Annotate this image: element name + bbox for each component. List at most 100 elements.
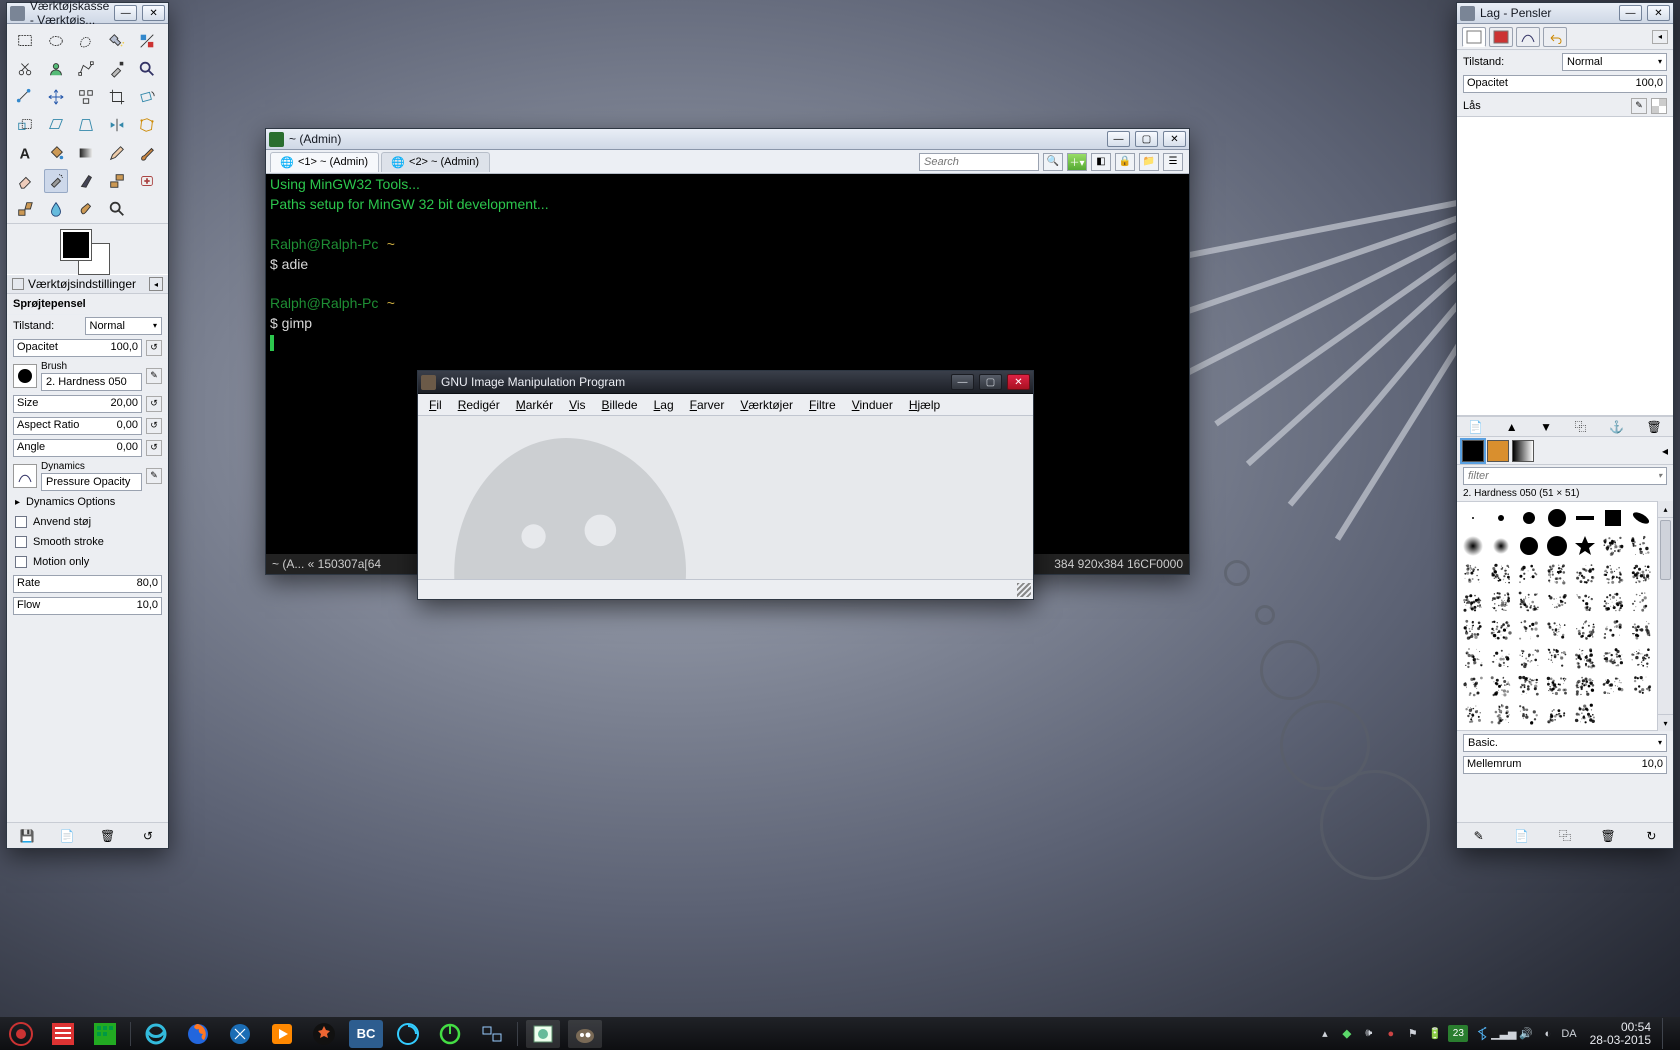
menu-vinduer[interactable]: Vinduer [845, 396, 900, 414]
brush-cell[interactable] [1516, 673, 1542, 699]
tabs-menu-icon[interactable]: ◂ [1662, 444, 1668, 458]
toolbar-button[interactable]: 📁 [1139, 153, 1159, 171]
brush-cell[interactable] [1600, 645, 1626, 671]
brush-cell[interactable] [1544, 505, 1570, 531]
brush-cell[interactable] [1572, 561, 1598, 587]
jitter-row[interactable]: Anvend støj [7, 512, 168, 532]
motion-row[interactable]: Motion only [7, 552, 168, 572]
brush-cell[interactable] [1572, 589, 1598, 615]
brush-cell[interactable] [1544, 589, 1570, 615]
tool-ellipse-select[interactable] [44, 29, 68, 53]
dock-mode-combo[interactable]: Normal ▾ [1562, 53, 1667, 71]
paths-tab[interactable] [1516, 27, 1540, 47]
tray-bluetooth-icon[interactable] [1473, 1025, 1490, 1042]
taskbar-firefox[interactable] [181, 1020, 215, 1048]
tray-clock[interactable]: 00:54 28-03-2015 [1582, 1021, 1657, 1046]
tool-crop[interactable] [105, 85, 129, 109]
scroll-thumb[interactable] [1660, 520, 1671, 580]
tool-cage[interactable] [135, 113, 159, 137]
brush-cell[interactable] [1544, 673, 1570, 699]
brush-cell[interactable] [1628, 505, 1654, 531]
taskbar-running-gimp[interactable] [568, 1020, 602, 1048]
maximize-button[interactable]: ▢ [1135, 131, 1158, 147]
tool-eraser[interactable] [13, 169, 37, 193]
tool-move[interactable] [44, 85, 68, 109]
toolbar-button[interactable]: ◧ [1091, 153, 1111, 171]
lock-pixels-icon[interactable]: ✎ [1631, 98, 1647, 114]
brush-edit-icon[interactable]: ✎ [146, 368, 162, 384]
search-input[interactable] [919, 153, 1039, 171]
dynamics-options-row[interactable]: ▸ Dynamics Options [7, 492, 168, 512]
tool-clone[interactable] [105, 169, 129, 193]
brush-cell[interactable] [1572, 505, 1598, 531]
tool-heal[interactable] [135, 169, 159, 193]
brush-cell[interactable] [1628, 589, 1654, 615]
dynamics-combo[interactable]: Pressure Opacity [41, 473, 142, 491]
tool-foreground-select[interactable] [44, 57, 68, 81]
brush-cell[interactable] [1488, 533, 1514, 559]
mode-combo[interactable]: Normal ▾ [85, 317, 163, 335]
tray-network-icon[interactable]: ▁▃▅ [1495, 1025, 1512, 1042]
tool-scale[interactable] [13, 113, 37, 137]
tool-rotate[interactable] [135, 85, 159, 109]
terminal-titlebar[interactable]: ~ (Admin) — ▢ ✕ [266, 129, 1189, 150]
taskbar-ie[interactable] [139, 1020, 173, 1048]
channels-tab[interactable] [1489, 27, 1513, 47]
brush-cell[interactable] [1600, 505, 1626, 531]
brush-cell[interactable] [1488, 561, 1514, 587]
brush-cell[interactable] [1628, 645, 1654, 671]
brush-cell[interactable] [1544, 533, 1570, 559]
taskbar-app-bc[interactable]: BC [349, 1020, 383, 1048]
tool-paintbrush[interactable] [135, 141, 159, 165]
tool-text[interactable]: A [13, 141, 37, 165]
new-layer-icon[interactable]: 📄 [1468, 420, 1483, 434]
taskbar-app-11[interactable] [475, 1020, 509, 1048]
tray-badge[interactable]: 23 [1448, 1025, 1468, 1042]
menu-lag[interactable]: Lag [647, 396, 681, 414]
show-desktop-button[interactable] [1662, 1018, 1672, 1049]
brush-cell[interactable] [1516, 645, 1542, 671]
lower-layer-icon[interactable]: ▼ [1540, 420, 1552, 434]
search-icon[interactable]: 🔍 [1043, 153, 1063, 171]
brush-cell[interactable] [1488, 589, 1514, 615]
restore-preset-icon[interactable]: 📄 [58, 827, 76, 845]
taskbar-app-7[interactable] [307, 1020, 341, 1048]
menu-farver[interactable]: Farver [683, 396, 732, 414]
brush-preset-combo[interactable]: Basic. ▾ [1463, 734, 1667, 752]
dock-opacity-slider[interactable]: Opacitet 100,0 [1463, 75, 1667, 93]
brush-cell[interactable] [1572, 645, 1598, 671]
toolbar-button[interactable]: 🔒 [1115, 153, 1135, 171]
brush-cell[interactable] [1572, 533, 1598, 559]
brush-cell[interactable] [1572, 617, 1598, 643]
brush-cell[interactable] [1516, 533, 1542, 559]
brush-cell[interactable] [1460, 701, 1486, 727]
brush-cell[interactable] [1516, 589, 1542, 615]
brush-cell[interactable] [1628, 561, 1654, 587]
fg-color-swatch[interactable] [61, 230, 91, 260]
edit-brush-icon[interactable]: ✎ [1470, 827, 1488, 845]
tray-volume-icon[interactable]: 🔊 [1517, 1025, 1534, 1042]
menu-redigér[interactable]: Redigér [451, 396, 507, 414]
tool-measure[interactable] [13, 85, 37, 109]
duplicate-layer-icon[interactable]: ⿻ [1574, 418, 1586, 435]
tray-icon[interactable]: 🕪 [1360, 1025, 1377, 1042]
tool-ink[interactable] [74, 169, 98, 193]
delete-preset-icon[interactable]: 🗑 [99, 827, 117, 845]
brush-cell[interactable] [1600, 533, 1626, 559]
gimp-titlebar[interactable]: GNU Image Manipulation Program — ▢ ✕ [418, 371, 1033, 394]
brush-cell[interactable] [1572, 701, 1598, 727]
brushes-tab[interactable] [1462, 440, 1484, 462]
taskbar-media-player[interactable] [265, 1020, 299, 1048]
terminal-tab-1[interactable]: 🌐 <1> ~ (Admin) [270, 152, 379, 172]
brush-cell[interactable] [1600, 589, 1626, 615]
brush-scrollbar[interactable]: ▴ ▾ [1657, 501, 1673, 731]
checkbox-icon[interactable] [15, 536, 27, 548]
dock-titlebar[interactable]: Lag - Pensler — ✕ [1457, 3, 1673, 24]
brush-cell[interactable] [1628, 673, 1654, 699]
tool-color-picker[interactable] [105, 57, 129, 81]
tray-language[interactable]: DA [1561, 1028, 1576, 1040]
spacing-slider[interactable]: Mellemrum 10,0 [1463, 756, 1667, 774]
menu-værktøjer[interactable]: Værktøjer [733, 396, 800, 414]
brush-thumbnail[interactable] [13, 364, 37, 388]
brush-cell[interactable] [1460, 533, 1486, 559]
